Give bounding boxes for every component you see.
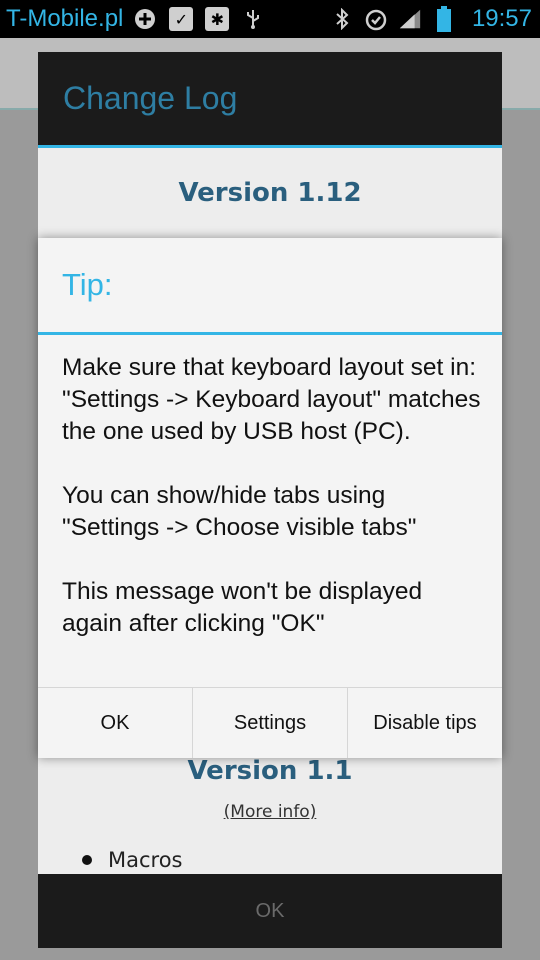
tip-paragraph-notice: This message won't be displayed again af… xyxy=(62,578,423,637)
bug-icon: ✱ xyxy=(205,7,230,31)
signal-icon xyxy=(398,7,422,31)
status-bar: T-Mobile.pl ✓ ✱ 19:57 xyxy=(0,0,540,38)
notification-icons: ✓ ✱ xyxy=(133,7,265,31)
tip-paragraph-keyboard: Make sure that keyboard layout set in: "… xyxy=(62,354,481,445)
tip-header: Tip: xyxy=(38,238,502,335)
checkbox-icon: ✓ xyxy=(169,7,194,31)
bluetooth-icon xyxy=(330,7,354,31)
bullet-icon xyxy=(82,855,92,865)
change-log-ok-button[interactable]: OK xyxy=(256,900,285,923)
tip-message: Make sure that keyboard layout set in: "… xyxy=(62,352,482,672)
change-log-footer: OK xyxy=(38,874,502,948)
list-item: Macros xyxy=(82,848,183,872)
tip-paragraph-tabs: You can show/hide tabs using "Settings -… xyxy=(62,482,417,541)
version-heading-bottom: Version 1.1 xyxy=(187,756,353,786)
disable-tips-button[interactable]: Disable tips xyxy=(347,688,502,758)
list-item-label: Macros xyxy=(108,848,183,872)
alarm-icon xyxy=(364,7,388,31)
tip-dialog: Tip: Make sure that keyboard layout set … xyxy=(38,238,502,758)
usb-icon xyxy=(241,7,265,31)
version-heading-top: Version 1.12 xyxy=(178,178,362,208)
battery-icon xyxy=(432,6,456,32)
tip-title: Tip: xyxy=(62,267,113,302)
clock: 19:57 xyxy=(471,5,532,32)
settings-button[interactable]: Settings xyxy=(192,688,347,758)
plus-circle-icon xyxy=(133,7,157,31)
change-log-title-bar: Change Log xyxy=(38,52,502,148)
more-info-link[interactable]: (More info) xyxy=(38,802,502,822)
carrier-name: T-Mobile.pl xyxy=(6,5,124,32)
tip-button-bar: OK Settings Disable tips xyxy=(38,687,502,758)
change-log-title: Change Log xyxy=(63,80,238,116)
ok-button[interactable]: OK xyxy=(38,688,192,758)
